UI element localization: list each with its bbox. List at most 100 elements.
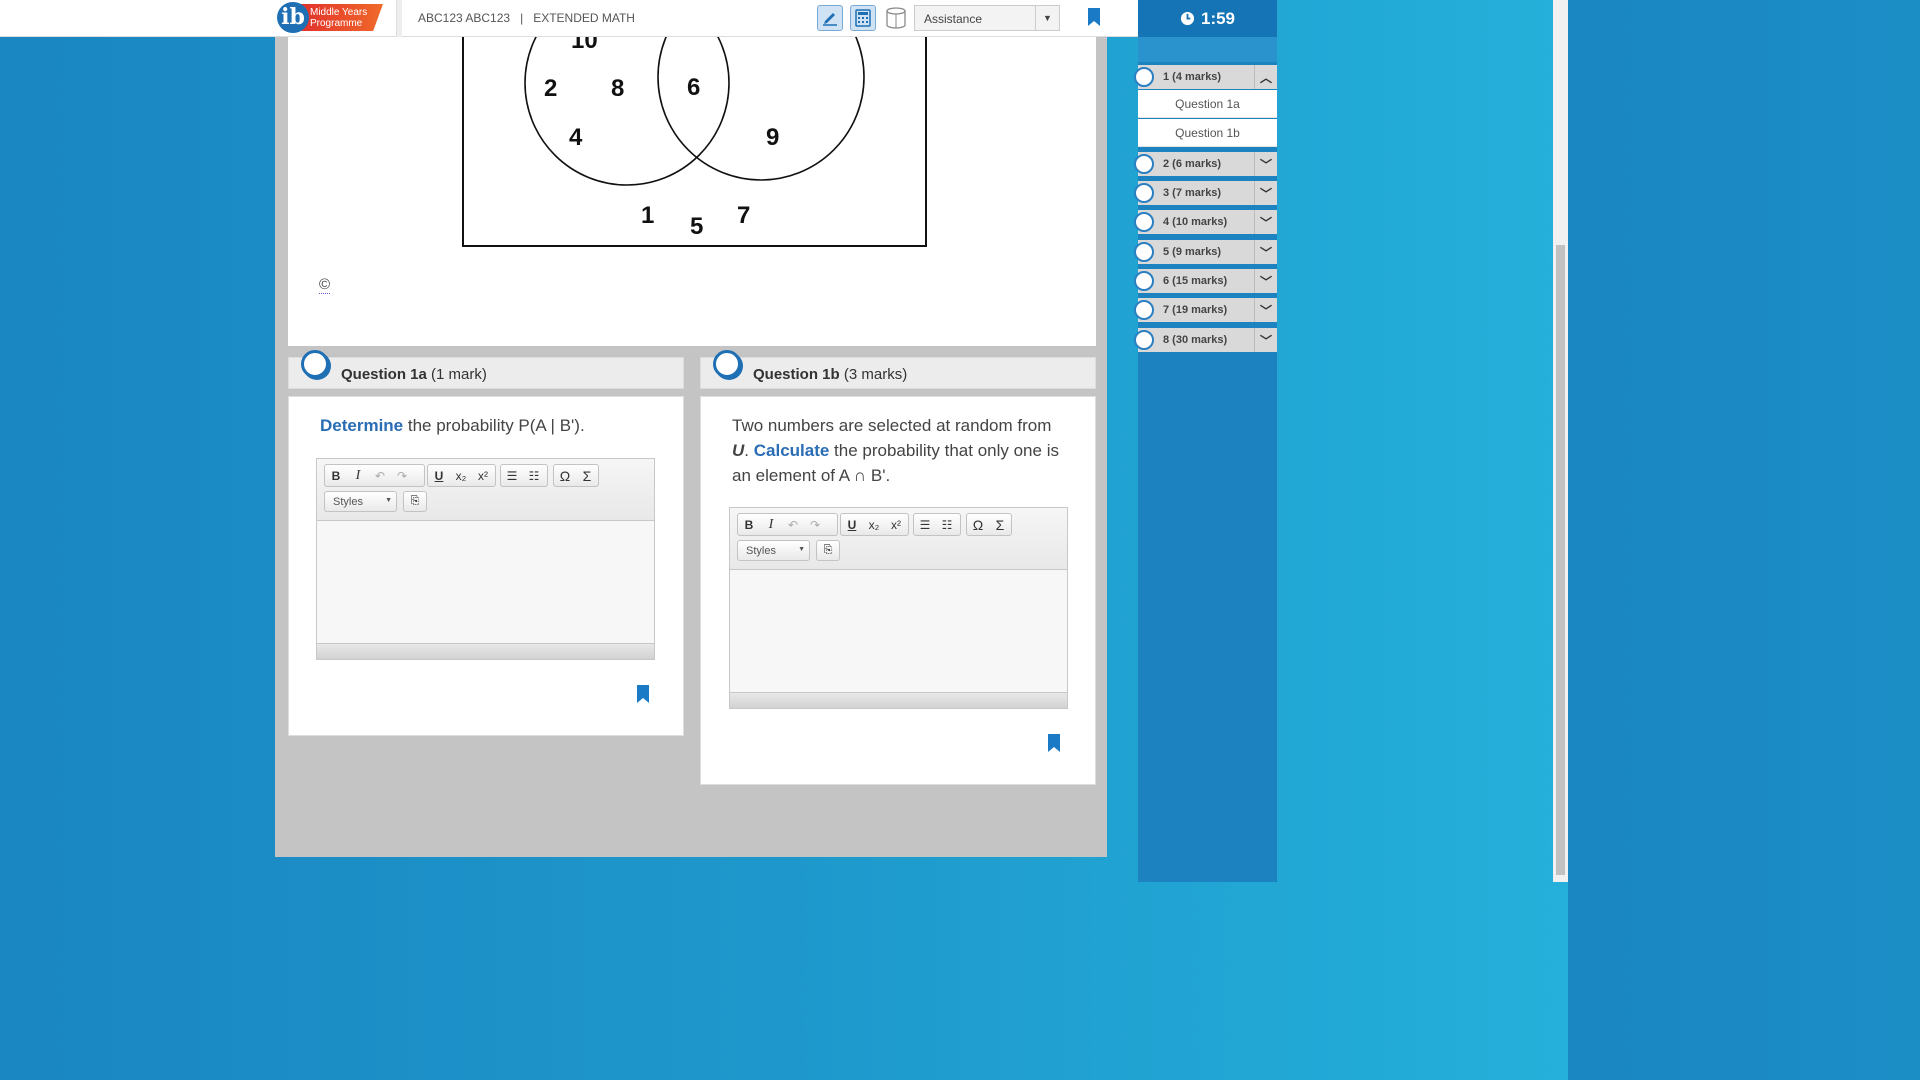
nav-question-8[interactable]: 8 (30 marks) ﹀ [1134, 328, 1277, 352]
question-title: Question 1a [341, 366, 427, 383]
nav-question-4[interactable]: 4 (10 marks) ﹀ [1134, 210, 1277, 234]
undo-icon[interactable]: ↶ [782, 514, 804, 535]
question-marks: (3 marks) [843, 366, 908, 383]
superscript-icon[interactable]: x² [885, 514, 907, 535]
bulleted-list-icon[interactable]: ☷ [523, 465, 545, 486]
chevron-down-icon[interactable]: ﹀ [1254, 240, 1277, 264]
nav-question-7[interactable]: 7 (19 marks) ﹀ [1134, 298, 1277, 322]
question-stem: 10 2 8 4 6 9 1 5 7 [288, 37, 1096, 346]
editor-text-area[interactable] [317, 521, 654, 643]
formula-booklet-button[interactable] [883, 5, 909, 31]
timer-value: 1:59 [1200, 8, 1236, 28]
answer-editor-1a: B I ↶ ↷ U x₂ x² ☰ ☷ Ω Σ Styles ▼ ⎘ [316, 458, 655, 660]
special-character-button[interactable]: Ω [967, 514, 989, 535]
bookmarks-icon[interactable] [1088, 8, 1100, 26]
answer-editor-1b: B I ↶ ↷ U x₂ x² ☰ ☷ Ω Σ Styles ▼ ⎘ [729, 507, 1068, 709]
calculator-button[interactable] [850, 5, 876, 31]
calculator-icon [855, 9, 871, 27]
venn-value: 5 [690, 213, 703, 240]
chevron-down-icon[interactable]: ﹀ [1254, 152, 1277, 176]
underline-button[interactable]: U [841, 514, 863, 535]
nav-question-3[interactable]: 3 (7 marks) ﹀ [1134, 181, 1277, 205]
status-circle-icon [1134, 154, 1154, 174]
chevron-down-icon[interactable]: ﹀ [1254, 269, 1277, 293]
status-circle-icon [1134, 300, 1154, 320]
editor-toolbar: B I ↶ ↷ U x₂ x² ☰ ☷ Ω Σ Styles ▼ ⎘ [730, 508, 1067, 570]
scrollbar-thumb[interactable] [1556, 245, 1565, 875]
venn-value: 4 [569, 124, 583, 151]
redo-icon[interactable]: ↷ [804, 514, 826, 535]
venn-value: 7 [737, 202, 750, 229]
source-icon[interactable]: ⎘ [816, 540, 840, 561]
subject-name: EXTENDED MATH [533, 11, 635, 25]
pen-tool-button[interactable] [817, 5, 843, 31]
chevron-down-icon[interactable]: ﹀ [1254, 298, 1277, 322]
chevron-down-icon: ▼ [798, 546, 805, 553]
question-1b-panel: Two numbers are selected at random from … [700, 396, 1096, 785]
numbered-list-icon[interactable]: ☰ [501, 465, 523, 486]
question-1a-header: Question 1a (1 mark) [288, 350, 684, 389]
bookmark-icon[interactable] [1048, 734, 1060, 752]
chevron-up-icon[interactable]: ︿ [1254, 65, 1277, 89]
italic-button[interactable]: I [347, 465, 369, 486]
ib-logo-icon: ib [277, 2, 309, 33]
bookmark-icon[interactable] [637, 685, 649, 703]
bold-button[interactable]: B [738, 514, 760, 535]
venn-value: 10 [571, 37, 598, 54]
command-term: Determine [320, 416, 404, 435]
subscript-icon[interactable]: x₂ [450, 465, 472, 486]
question-title: Question 1b [753, 366, 840, 383]
italic-button[interactable]: I [760, 514, 782, 535]
copyright-link[interactable]: © [319, 276, 331, 294]
styles-dropdown[interactable]: Styles ▼ [324, 491, 397, 512]
set-a-circle [524, 37, 730, 186]
venn-value: 2 [544, 75, 557, 102]
question-1a-panel: Determine the probability P(A | B'). B I… [288, 396, 684, 736]
superscript-icon[interactable]: x² [472, 465, 494, 486]
status-circle-icon [1134, 271, 1154, 291]
math-equation-button[interactable]: Σ [989, 514, 1011, 535]
chevron-down-icon[interactable]: ﹀ [1254, 328, 1277, 352]
chevron-down-icon[interactable]: ﹀ [1254, 210, 1277, 234]
venn-diagram: 10 2 8 4 6 9 1 5 7 [462, 37, 927, 247]
nav-question-1a[interactable]: Question 1a [1138, 90, 1277, 118]
clock-icon [1180, 11, 1195, 26]
venn-value: 8 [611, 75, 624, 102]
answer-status-icon [301, 350, 329, 378]
special-character-button[interactable]: Ω [554, 465, 576, 486]
math-equation-button[interactable]: Σ [576, 465, 598, 486]
undo-icon[interactable]: ↶ [369, 465, 391, 486]
nav-question-2[interactable]: 2 (6 marks) ﹀ [1134, 152, 1277, 176]
subscript-icon[interactable]: x₂ [863, 514, 885, 535]
answer-status-icon [713, 350, 741, 378]
numbered-list-icon[interactable]: ☰ [914, 514, 936, 535]
redo-icon[interactable]: ↷ [391, 465, 413, 486]
venn-value: 1 [641, 202, 654, 229]
command-term: Calculate [753, 441, 830, 460]
ib-logo: Middle Years Programme ib [277, 2, 383, 33]
status-circle-icon [1134, 242, 1154, 262]
pen-icon [823, 13, 837, 26]
nav-question-1[interactable]: 1 (4 marks) ︿ [1134, 65, 1277, 89]
nav-question-5[interactable]: 5 (9 marks) ﹀ [1134, 240, 1277, 264]
nav-question-1b[interactable]: Question 1b [1138, 119, 1277, 147]
venn-value: 9 [766, 124, 779, 151]
bulleted-list-icon[interactable]: ☷ [936, 514, 958, 535]
assistance-dropdown[interactable]: Assistance ▼ [914, 5, 1060, 31]
underline-button[interactable]: U [428, 465, 450, 486]
chevron-down-icon[interactable]: ﹀ [1254, 181, 1277, 205]
bold-button[interactable]: B [325, 465, 347, 486]
editor-text-area[interactable] [730, 570, 1067, 692]
question-marks: (1 mark) [431, 366, 487, 383]
logo-text: Middle Years Programme [310, 7, 368, 29]
page-scrollbar[interactable] [1553, 0, 1568, 882]
question-navigator: 1 (4 marks) ︿ Question 1a Question 1b 2 (… [1134, 37, 1277, 882]
exam-timer: 1:59 [1138, 0, 1277, 37]
source-icon[interactable]: ⎘ [403, 491, 427, 512]
question-1b-text: Two numbers are selected at random from … [732, 416, 1059, 485]
top-bar: Middle Years Programme ib ABC123 ABC123 |… [0, 0, 1138, 37]
status-circle-icon [1134, 183, 1154, 203]
venn-value: 6 [687, 74, 700, 101]
nav-question-6[interactable]: 6 (15 marks) ﹀ [1134, 269, 1277, 293]
styles-dropdown[interactable]: Styles ▼ [737, 540, 810, 561]
